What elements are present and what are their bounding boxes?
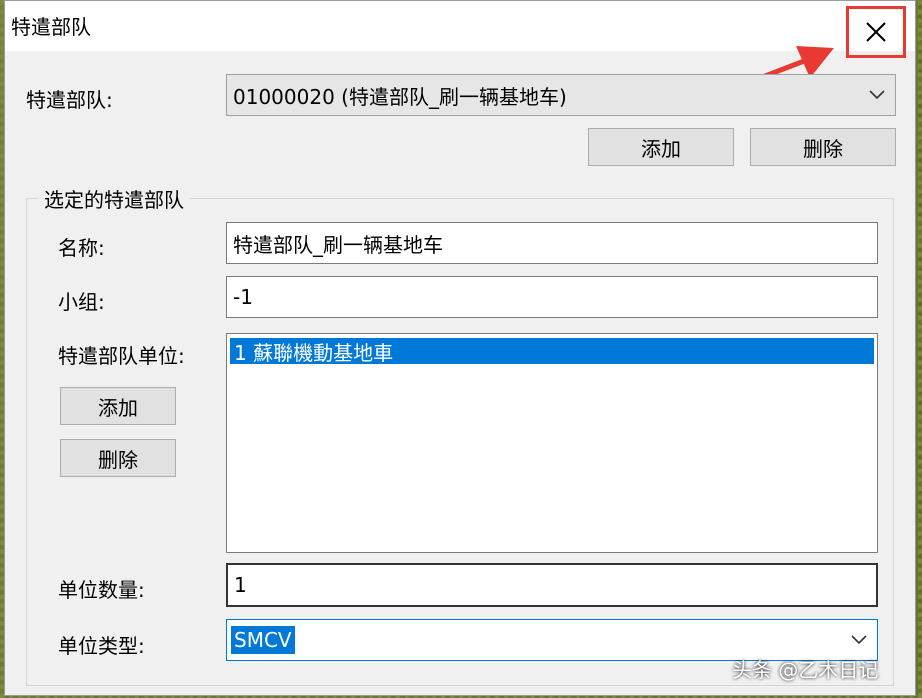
window-title: 特遣部队 — [11, 15, 91, 39]
list-item[interactable]: 1 蘇聯機動基地車 — [230, 338, 874, 365]
units-listbox[interactable]: 1 蘇聯機動基地車 — [226, 333, 878, 553]
name-input[interactable]: 特遣部队_刷一辆基地车 — [226, 222, 878, 264]
add-unit-button[interactable]: 添加 — [60, 387, 176, 425]
chevron-down-icon — [869, 90, 885, 100]
delete-team-button[interactable]: 删除 — [750, 128, 896, 166]
team-group-input[interactable]: -1 — [226, 276, 878, 318]
team-group-label: 小组: — [58, 290, 105, 314]
count-input[interactable]: 1 — [226, 563, 878, 607]
team-label: 特遣部队: — [26, 88, 113, 112]
units-label: 特遣部队单位: — [58, 344, 185, 368]
name-input-value: 特遣部队_刷一辆基地车 — [233, 232, 443, 257]
team-group-input-value: -1 — [233, 285, 253, 309]
delete-unit-button[interactable]: 删除 — [60, 439, 176, 477]
type-label: 单位类型: — [58, 634, 145, 658]
close-button[interactable] — [846, 6, 906, 58]
close-icon — [866, 22, 886, 42]
watermark: 头条 @乙木日记 — [732, 658, 879, 682]
chevron-down-icon — [851, 635, 867, 645]
name-label: 名称: — [58, 236, 105, 260]
count-label: 单位数量: — [58, 578, 145, 602]
add-team-button[interactable]: 添加 — [588, 128, 734, 166]
team-select[interactable]: 01000020 (特遣部队_刷一辆基地车) — [226, 74, 896, 116]
team-select-value: 01000020 (特遣部队_刷一辆基地车) — [233, 84, 567, 109]
group-title: 选定的特遣部队 — [38, 184, 190, 213]
unit-type-value: SMCV — [231, 626, 295, 654]
count-input-value: 1 — [234, 573, 247, 597]
